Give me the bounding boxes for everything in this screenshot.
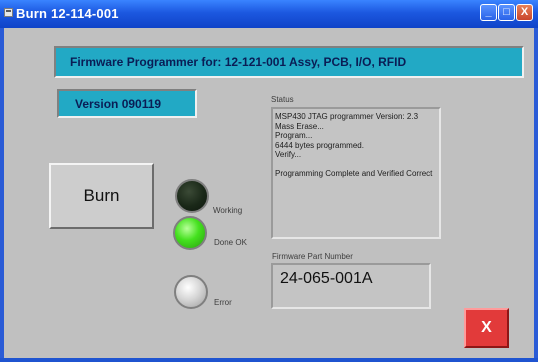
main-panel: Firmware Programmer for: 12-121-001 Assy…: [4, 28, 534, 358]
status-line: Mass Erase...: [275, 121, 324, 131]
error-indicator-led: [174, 275, 208, 309]
app-icon[interactable]: [4, 8, 13, 17]
done-ok-label: Done OK: [214, 238, 247, 247]
status-log[interactable]: MSP430 JTAG programmer Version: 2.3 Mass…: [271, 107, 441, 239]
header-text: Firmware Programmer for: 12-121-001 Assy…: [70, 55, 407, 69]
header-bar: Firmware Programmer for: 12-121-001 Assy…: [54, 46, 524, 78]
error-label: Error: [214, 298, 232, 307]
status-line: Programming Complete and Verified Correc…: [275, 169, 433, 178]
status-line: Program...: [275, 131, 313, 140]
status-line: 6444 bytes programmed.: [275, 140, 364, 150]
firmware-part-field: 24-065-001A: [271, 263, 431, 309]
minimize-button[interactable]: _: [480, 4, 497, 21]
version-text: Version 090119: [75, 97, 162, 111]
close-window-button[interactable]: X: [516, 4, 533, 21]
window-frame-bottom: [0, 358, 538, 362]
working-indicator-led: [175, 179, 209, 213]
firmware-part-label: Firmware Part Number: [272, 252, 353, 261]
burn-button[interactable]: Burn: [49, 163, 154, 229]
title-bar[interactable]: Burn 12-114-001 _ □ X: [0, 0, 538, 28]
working-label: Working: [213, 206, 243, 215]
firmware-part-value: 24-065-001A: [280, 270, 373, 287]
window-title: Burn 12-114-001: [16, 6, 119, 21]
status-label: Status: [271, 95, 294, 104]
status-line: Verify...: [275, 150, 302, 159]
status-line: [275, 160, 437, 170]
maximize-button[interactable]: □: [498, 4, 515, 21]
exit-button[interactable]: X: [464, 308, 509, 348]
status-line: MSP430 JTAG programmer Version: 2.3: [275, 112, 419, 121]
done-ok-indicator-led: [173, 216, 207, 250]
version-box: Version 090119: [57, 89, 197, 118]
